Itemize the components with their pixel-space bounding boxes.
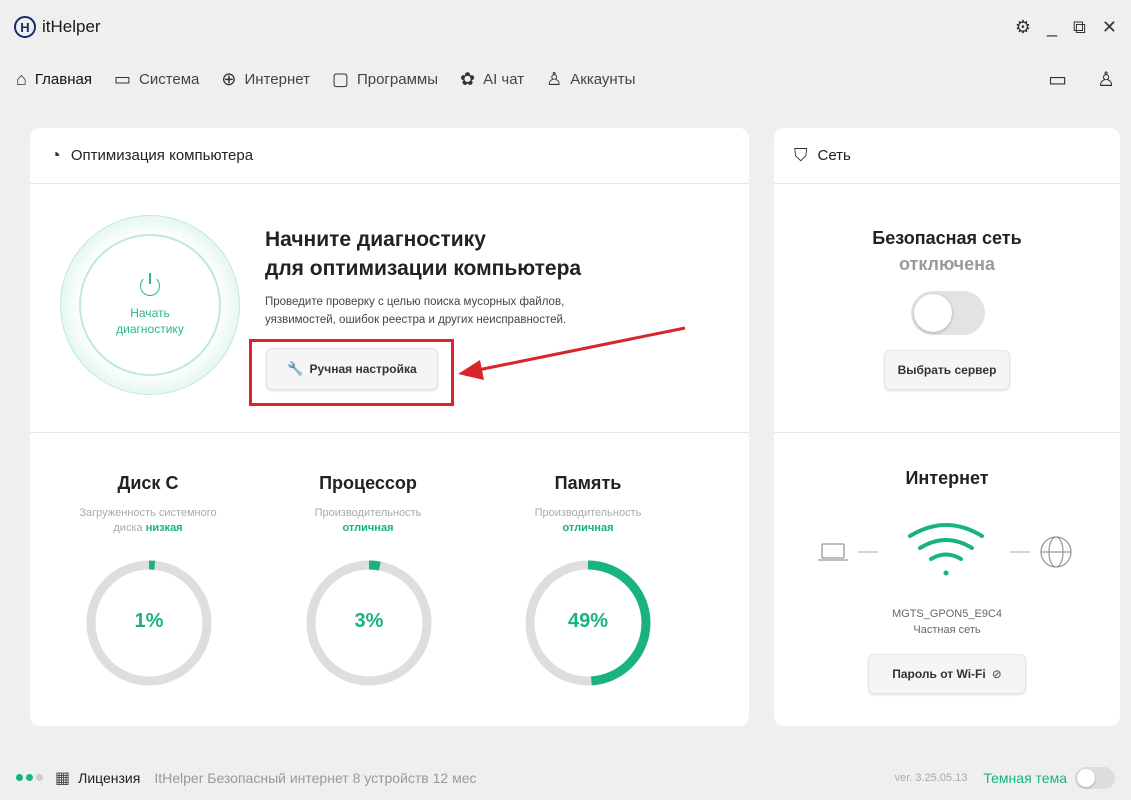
laptop-icon (818, 543, 848, 561)
connection-dots (16, 774, 43, 781)
dark-theme-label: Темная тема (983, 769, 1067, 786)
start-diagnostics-label: Начать диагностику (116, 305, 184, 336)
cpu-gauge-value: 3% (354, 610, 384, 632)
close-icon[interactable]: ✕ (1102, 18, 1117, 36)
status-bar: ▦ Лицензия ItHelper Безопасный интернет … (0, 755, 1131, 800)
wifi-password-button[interactable]: Пароль от Wi-Fi ⊘ (868, 654, 1026, 694)
nav-item-label: Интернет (244, 70, 310, 88)
network-divider (774, 432, 1120, 433)
network-type: Частная сеть (913, 624, 981, 636)
window-controls: ⚙ _ ⧉ ✕ (1015, 18, 1117, 36)
choose-server-label: Выбрать сервер (897, 363, 997, 377)
globe-icon: ⊕ (221, 68, 237, 89)
annotation-arrow (458, 326, 686, 380)
license-text: ItHelper Безопасный интернет 8 устройств… (154, 769, 477, 786)
shield-icon: ⛉ (794, 145, 808, 165)
optimization-card: ◔ Оптимизация компьютера Начать диагност… (30, 128, 749, 726)
add-user-icon: ♙ (546, 68, 563, 89)
disk-subtitle: Загруженность системного диска низкая (79, 507, 217, 534)
wifi-ssid: MGTS_GPON5_E9C4 (891, 608, 1003, 620)
nav-item-label: Главная (34, 70, 92, 88)
user-icon[interactable]: ♙ (1097, 67, 1115, 92)
optimization-header: ◔ Оптимизация компьютера (30, 128, 749, 184)
diagnostics-heading: Начните диагностику для оптимизации комп… (265, 228, 582, 280)
secure-network-status: отключена (898, 254, 996, 274)
connection-diagram (818, 523, 1072, 576)
cpu-stat: Процессор Производительность отличная (278, 473, 458, 536)
laptop-icon: ▭ (113, 68, 131, 89)
nav-item-internet[interactable]: ⊕ Интернет (221, 69, 310, 90)
home-icon: ⌂ (16, 68, 27, 89)
gear-icon[interactable]: ⚙ (1015, 18, 1031, 36)
internet-title: Интернет (905, 468, 989, 488)
section-divider (30, 432, 749, 433)
version-label: ver. 3.25.05.13 (894, 771, 968, 784)
nav-item-label: Программы (356, 70, 438, 88)
disk-stat: Диск C Загруженность системного диска ни… (58, 473, 238, 536)
nav-item-system[interactable]: ▭ Система (114, 69, 199, 90)
power-icon (140, 272, 160, 296)
nav-item-label: Система (138, 70, 200, 88)
status-right: ver. 3.25.05.13 Темная тема (894, 766, 1115, 789)
memory-title: Память (554, 473, 622, 493)
nav-item-accounts[interactable]: ♙ Аккаунты (546, 69, 635, 90)
minimize-icon[interactable]: _ (1047, 18, 1057, 36)
app-title: itHelper (42, 17, 101, 36)
eye-slash-icon: ⊘ (991, 667, 1002, 681)
chat-icon[interactable]: ▭ (1048, 67, 1067, 92)
start-diagnostics-inner: Начать диагностику (79, 234, 221, 376)
wifi-icon (908, 523, 984, 561)
wifi-password-label: Пароль от Wi-Fi (892, 667, 986, 681)
toggle-knob (914, 294, 952, 332)
network-header: ⛉ Сеть (774, 128, 1120, 184)
disk-title: Диск C (117, 473, 179, 493)
memory-gauge-value: 49% (567, 610, 609, 632)
nav-item-home[interactable]: ⌂ Главная (16, 69, 92, 90)
speedometer-icon: ◔ (50, 145, 61, 165)
network-card: ⛉ Сеть Безопасная сеть отключена Выбрать… (774, 128, 1120, 726)
optimization-title: Оптимизация компьютера (70, 147, 254, 164)
main-nav: ⌂ Главная ▭ Система ⊕ Интернет ▢ Програм… (0, 56, 1131, 102)
start-diagnostics-button[interactable]: Начать диагностику (60, 215, 240, 395)
secure-network-toggle[interactable] (911, 291, 985, 335)
folder-icon: ▢ (331, 68, 349, 89)
nav-item-programs[interactable]: ▢ Программы (332, 69, 438, 90)
dark-theme-toggle[interactable] (1075, 766, 1115, 789)
cpu-subtitle: Производительность отличная (314, 507, 422, 534)
nav-right-actions: ▭ ♙ (1048, 67, 1115, 92)
app-logo: H (14, 16, 36, 38)
openai-icon: ✿ (460, 68, 476, 89)
external-window-icon[interactable]: ⧉ (1073, 18, 1086, 36)
nav-item-label: Аккаунты (570, 70, 636, 88)
disk-gauge-value: 1% (134, 610, 164, 632)
nav-item-ai-chat[interactable]: ✿ AI чат (460, 69, 524, 90)
globe-icon (1040, 536, 1072, 568)
title-bar: H itHelper ⚙ _ ⧉ ✕ (0, 0, 1131, 54)
memory-stat: Память Производительность отличная (498, 473, 678, 536)
choose-server-button[interactable]: Выбрать сервер (884, 350, 1010, 390)
network-title: Сеть (817, 147, 851, 164)
highlight-annotation-box (249, 339, 454, 406)
memory-subtitle: Производительность отличная (534, 507, 642, 534)
license-label[interactable]: Лицензия (78, 770, 140, 786)
nav-item-label: AI чат (483, 70, 525, 88)
secure-network-title: Безопасная сеть (872, 228, 1022, 248)
calendar-icon: ▦ (55, 769, 71, 787)
cpu-title: Процессор (319, 473, 417, 493)
toggle-knob (1077, 768, 1095, 787)
